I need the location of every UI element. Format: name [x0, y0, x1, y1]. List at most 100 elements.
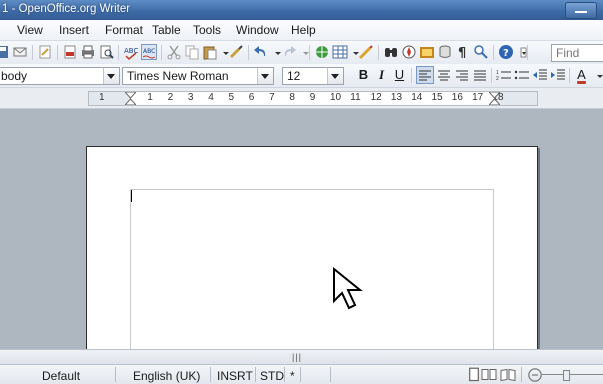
align-left-icon[interactable] [416, 66, 434, 84]
italic-button[interactable]: I [373, 67, 390, 83]
indent-marker-icon[interactable] [123, 91, 138, 106]
table-dropdown-icon[interactable] [348, 44, 359, 60]
separator [300, 367, 301, 382]
minimize-button[interactable] [565, 2, 597, 19]
paragraph-style-value: body [1, 69, 28, 83]
paste-dropdown-icon[interactable] [218, 44, 229, 60]
print-preview-icon[interactable] [98, 44, 114, 60]
modified-status[interactable]: * [290, 369, 295, 383]
undo-icon[interactable] [253, 44, 269, 60]
horizontal-scrollbar[interactable]: ||| [0, 349, 603, 364]
chevron-down-icon[interactable] [327, 68, 343, 84]
separator [284, 367, 285, 382]
language-status[interactable]: English (UK) [133, 369, 200, 383]
bold-button[interactable]: B [355, 67, 372, 83]
text-area-boundary [130, 189, 494, 360]
cut-icon[interactable] [166, 44, 182, 60]
justify-icon[interactable] [472, 67, 488, 83]
autospellcheck-icon[interactable]: ABC [141, 44, 157, 60]
standard-toolbar: ABC ABC ¶ ? Find [0, 41, 603, 65]
paste-icon[interactable] [202, 44, 218, 60]
insert-mode-status[interactable]: INSRT [217, 369, 253, 383]
navigator-icon[interactable] [401, 44, 417, 60]
multi-page-view-icon[interactable] [481, 367, 497, 380]
bullets-icon[interactable] [514, 67, 530, 83]
save-icon[interactable] [0, 44, 10, 60]
document-page[interactable] [86, 146, 538, 360]
scrollbar-grip-icon[interactable]: ||| [292, 352, 302, 362]
horizontal-ruler[interactable]: 1 1 2 3 4 5 6 7 8 9 10 11 12 13 14 15 16 17 18 [88, 91, 538, 106]
redo-icon[interactable] [281, 44, 297, 60]
font-name-select[interactable]: Times New Roman [122, 67, 274, 85]
hyperlink-icon[interactable] [314, 44, 330, 60]
show-draw-functions-icon[interactable] [358, 44, 374, 60]
formatting-marks-icon[interactable]: ¶ [455, 44, 471, 60]
zoom-out-icon[interactable] [527, 367, 542, 382]
print-icon[interactable] [80, 44, 96, 60]
document-workspace[interactable] [0, 109, 603, 360]
menu-help[interactable]: Help [291, 23, 316, 37]
toolbar-options-icon[interactable] [516, 44, 527, 60]
separator [118, 45, 119, 60]
menu-tools[interactable]: Tools [193, 23, 221, 37]
gallery-icon[interactable] [419, 44, 435, 60]
menu-view[interactable]: View [17, 23, 43, 37]
email-icon[interactable] [12, 44, 28, 60]
data-sources-icon[interactable] [437, 44, 453, 60]
separator [493, 45, 494, 60]
export-pdf-icon[interactable] [62, 44, 78, 60]
separator [57, 45, 58, 60]
find-placeholder: Find [556, 46, 580, 60]
ruler-number: 11 [350, 92, 361, 103]
chevron-down-icon[interactable] [257, 68, 273, 84]
ruler-number: 5 [228, 92, 235, 103]
selection-mode-status[interactable]: STD [260, 369, 284, 383]
chevron-down-icon[interactable] [103, 68, 119, 84]
ruler-number: 12 [370, 92, 382, 103]
align-right-icon[interactable] [454, 67, 470, 83]
ruler-bar: 1 1 2 3 4 5 6 7 8 9 10 11 12 13 14 15 16 17 18 [0, 88, 603, 109]
redo-dropdown-icon[interactable] [298, 44, 309, 60]
menu-format[interactable]: Format [105, 23, 143, 37]
underline-button[interactable]: U [391, 67, 408, 83]
menu-table[interactable]: Table [152, 23, 181, 37]
zoom-icon[interactable] [473, 44, 489, 60]
clone-formatting-icon[interactable] [228, 44, 244, 60]
font-name-value: Times New Roman [127, 69, 229, 83]
help-icon[interactable]: ? [498, 44, 514, 60]
decrease-indent-icon[interactable] [532, 67, 548, 83]
find-replace-icon[interactable] [383, 44, 399, 60]
ruler-number: 8 [289, 92, 295, 103]
separator [248, 45, 249, 60]
edit-file-icon[interactable] [37, 44, 53, 60]
font-size-select[interactable]: 12 [282, 67, 344, 85]
svg-text:¶: ¶ [458, 46, 466, 60]
single-page-view-icon[interactable] [466, 367, 479, 382]
separator [210, 367, 211, 382]
separator [309, 45, 310, 60]
right-indent-marker-icon[interactable] [487, 91, 502, 106]
menu-window[interactable]: Window [236, 23, 279, 37]
undo-dropdown-icon[interactable] [270, 44, 281, 60]
ruler-number: 10 [330, 92, 342, 103]
increase-indent-icon[interactable] [550, 67, 566, 83]
separator [378, 45, 379, 60]
spellcheck-icon[interactable]: ABC [123, 44, 139, 60]
paragraph-style-select[interactable]: body [0, 67, 120, 85]
ruler-number: 4 [208, 92, 214, 103]
ruler-number: 3 [187, 92, 194, 103]
font-color-dropdown-icon[interactable] [592, 67, 603, 83]
find-input[interactable]: Find [551, 44, 603, 62]
menu-insert[interactable]: Insert [59, 23, 89, 37]
align-center-icon[interactable] [436, 67, 452, 83]
copy-icon[interactable] [184, 44, 200, 60]
window-title: 1 - OpenOffice.org Writer [2, 3, 131, 15]
page-style-status[interactable]: Default [42, 369, 80, 383]
numbering-icon[interactable]: 12 [496, 67, 512, 83]
zoom-slider-track[interactable] [541, 374, 603, 375]
separator [411, 68, 412, 83]
font-color-button[interactable]: A [573, 67, 590, 83]
book-view-icon[interactable] [500, 367, 516, 382]
table-icon[interactable] [332, 44, 348, 60]
zoom-slider-handle[interactable] [563, 370, 570, 381]
